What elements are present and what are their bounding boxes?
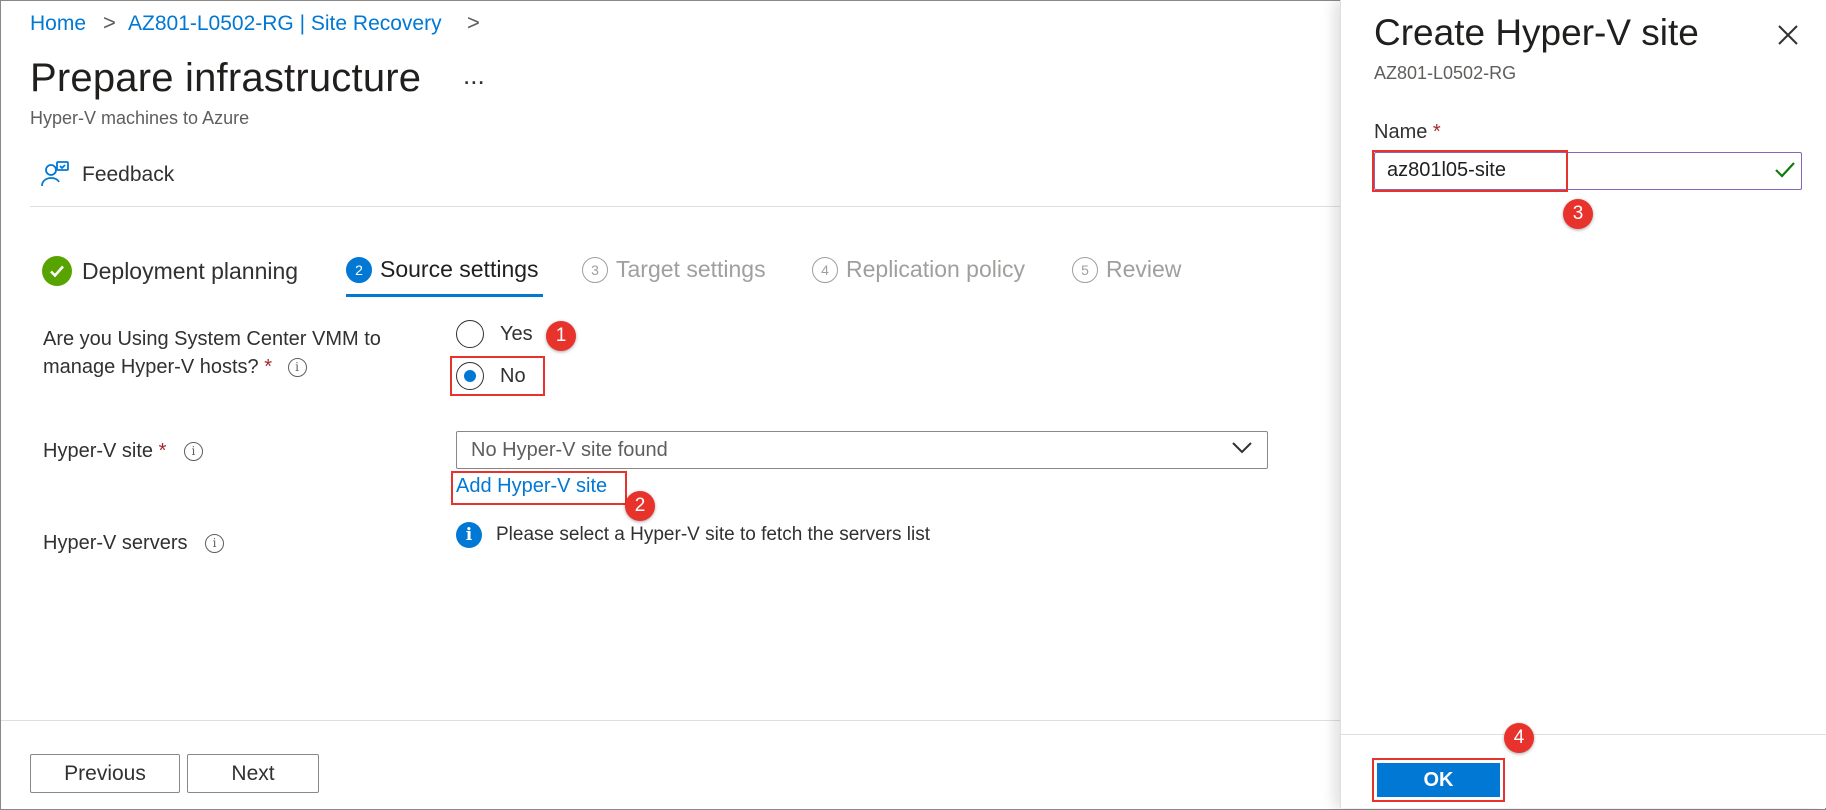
callout-badge-2: 2 <box>625 491 655 521</box>
next-button[interactable]: Next <box>187 754 319 793</box>
hyperv-site-label: Hyper-V site * i <box>43 440 203 463</box>
step-review: 5 Review <box>1072 256 1181 283</box>
required-mark: * <box>1432 121 1441 143</box>
panel-footer-divider <box>1341 734 1826 735</box>
name-input-value: az801l05-site <box>1387 159 1506 181</box>
check-icon <box>1774 160 1796 185</box>
panel-subtitle: AZ801-L0502-RG <box>1374 63 1517 83</box>
active-step-underline <box>346 294 543 297</box>
previous-button[interactable]: Previous <box>30 754 180 793</box>
check-circle-icon <box>42 256 72 286</box>
vmm-question-label-cont: manage Hyper-V hosts? * i <box>43 356 307 379</box>
callout-box-ok: OK <box>1372 758 1505 802</box>
step-number: 2 <box>346 256 372 283</box>
panel-title: Create Hyper-V site <box>1374 12 1699 53</box>
step-number: 3 <box>582 256 608 283</box>
breadcrumb-separator: > <box>467 10 480 35</box>
info-filled-icon: i <box>456 522 482 548</box>
hyperv-site-dropdown[interactable]: No Hyper-V site found <box>456 431 1268 469</box>
servers-info-message: i Please select a Hyper-V site to fetch … <box>456 522 930 548</box>
step-label: Review <box>1106 256 1182 282</box>
info-icon[interactable]: i <box>183 442 203 462</box>
step-label: Target settings <box>616 256 766 282</box>
step-label: Replication policy <box>846 256 1025 282</box>
info-text: Please select a Hyper-V site to fetch th… <box>496 524 931 545</box>
footer-divider <box>1 720 1340 721</box>
close-icon[interactable] <box>1773 20 1803 50</box>
breadcrumb-home[interactable]: Home <box>30 12 86 36</box>
callout-badge-3: 3 <box>1563 199 1593 229</box>
feedback-label: Feedback <box>82 163 175 186</box>
step-number: 4 <box>812 256 838 283</box>
callout-badge-1: 1 <box>546 321 576 351</box>
radio-no-label: No <box>500 364 526 387</box>
step-target-settings: 3 Target settings <box>582 256 766 283</box>
step-source-settings[interactable]: 2 Source settings <box>346 256 539 283</box>
more-options-button[interactable]: ... <box>463 60 485 91</box>
vmm-question-label: Are you Using System Center VMM to <box>43 328 381 350</box>
breadcrumb-resource[interactable]: AZ801-L0502-RG | Site Recovery <box>128 12 442 36</box>
required-mark: * <box>264 356 273 378</box>
callout-badge-4: 4 <box>1504 723 1534 753</box>
feedback-button[interactable]: Feedback <box>40 160 174 190</box>
required-mark: * <box>158 440 167 462</box>
dropdown-value: No Hyper-V site found <box>471 438 668 461</box>
step-deployment-planning[interactable]: Deployment planning <box>42 256 298 286</box>
step-label: Deployment planning <box>82 257 299 284</box>
feedback-icon <box>40 160 70 190</box>
radio-yes-label: Yes <box>500 322 533 345</box>
ok-button[interactable]: OK <box>1377 763 1500 797</box>
step-replication-policy: 4 Replication policy <box>812 256 1025 283</box>
radio-circle-selected <box>456 362 484 390</box>
info-icon[interactable]: i <box>205 534 225 554</box>
breadcrumb-separator: > <box>103 10 116 35</box>
add-hyperv-site-link[interactable]: Add Hyper-V site <box>456 475 607 498</box>
chevron-down-icon <box>1231 441 1253 460</box>
hyperv-servers-label: Hyper-V servers i <box>43 532 225 555</box>
step-number: 5 <box>1072 256 1098 283</box>
name-field-label: Name * <box>1374 121 1441 143</box>
page-subtitle: Hyper-V machines to Azure <box>30 108 250 128</box>
info-icon[interactable]: i <box>287 358 307 378</box>
radio-no[interactable]: No <box>456 362 526 390</box>
page-title: Prepare infrastructure <box>30 56 422 100</box>
radio-circle <box>456 320 484 348</box>
toolbar-divider <box>30 206 1340 207</box>
radio-yes[interactable]: Yes <box>456 320 533 348</box>
create-site-panel: Create Hyper-V site AZ801-L0502-RG Name … <box>1340 0 1826 808</box>
step-label: Source settings <box>380 256 539 282</box>
